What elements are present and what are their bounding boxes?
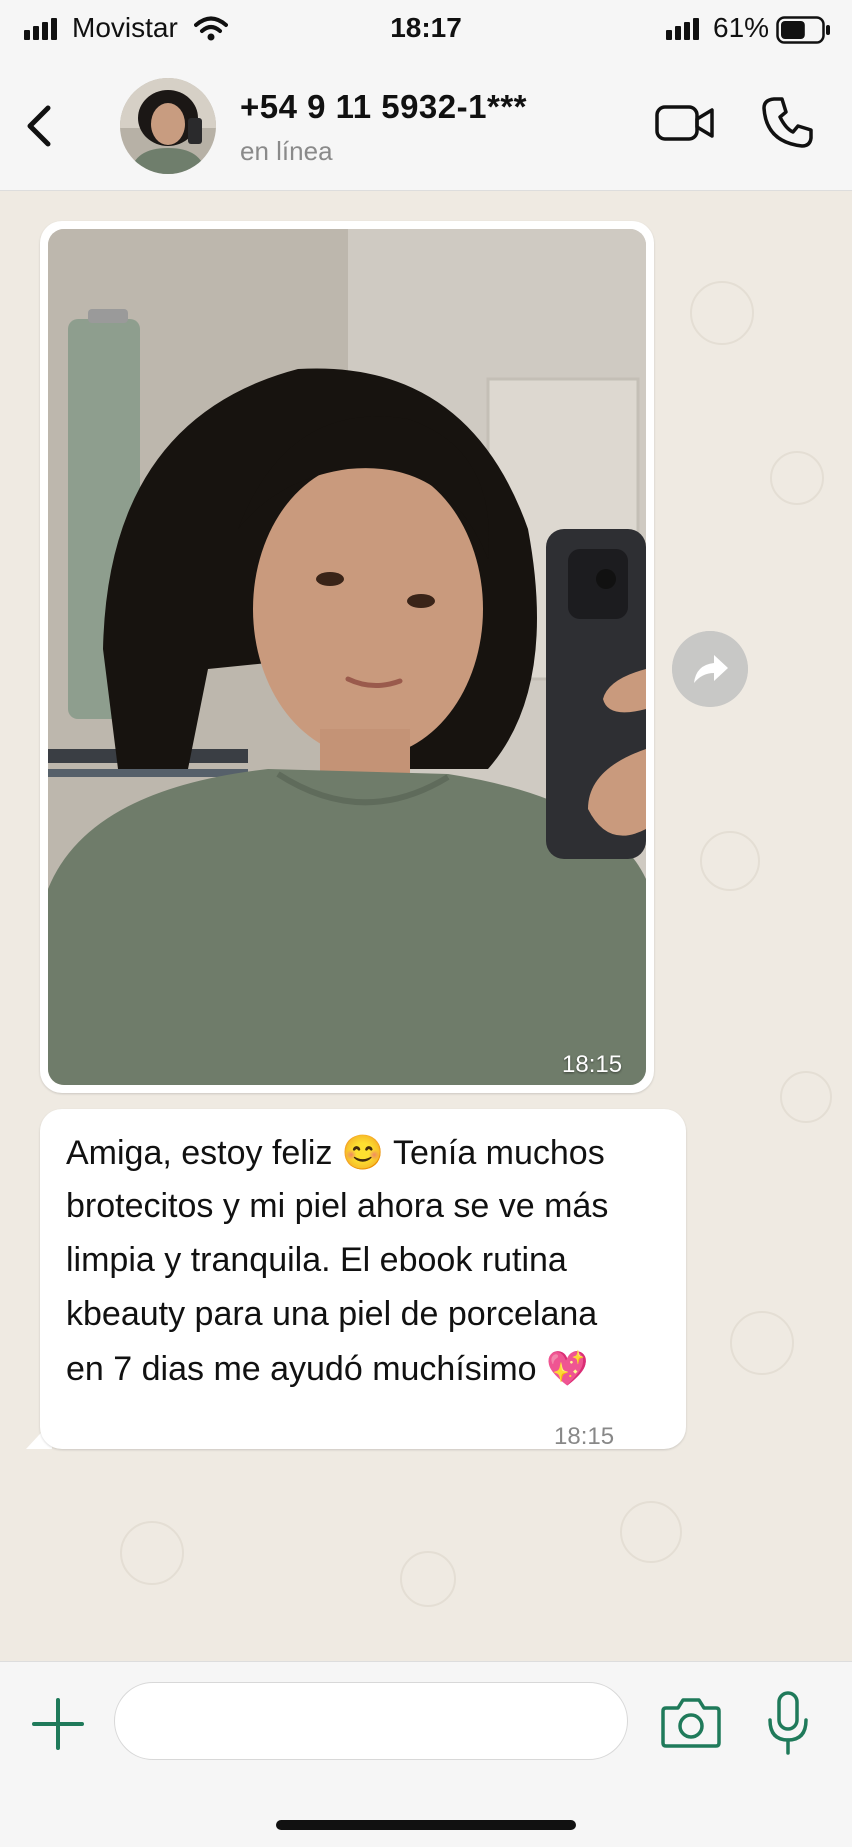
selfie-photo[interactable] xyxy=(48,229,646,1085)
video-call-icon[interactable] xyxy=(654,100,716,146)
message-line: Amiga, estoy feliz 😊 Tenía muchos xyxy=(66,1134,605,1172)
wallpaper-doodle xyxy=(690,281,754,345)
wallpaper-doodle xyxy=(700,831,760,891)
battery-icon xyxy=(776,16,830,44)
message-line: brotecitos y mi piel ahora se ve más xyxy=(66,1187,609,1225)
text-message-bubble[interactable]: Amiga, estoy feliz 😊 Tenía muchos brotec… xyxy=(40,1109,686,1449)
wallpaper-doodle xyxy=(400,1551,456,1607)
chat-area[interactable]: 18:15 Amiga, estoy feliz 😊 Tenía muchos … xyxy=(0,191,852,1661)
composer-bar xyxy=(0,1661,852,1847)
battery-percent: 61% xyxy=(713,12,770,43)
image-message-time: 18:15 xyxy=(562,1051,623,1078)
camera-icon[interactable] xyxy=(660,1694,722,1750)
text-message-time: 18:15 xyxy=(554,1423,615,1450)
plus-icon[interactable] xyxy=(30,1696,86,1752)
wallpaper-doodle xyxy=(780,1071,832,1123)
contact-status: en línea xyxy=(240,136,333,166)
back-chevron-icon[interactable] xyxy=(18,98,62,154)
message-line: en 7 dias me ayudó muchísimo 💖 xyxy=(66,1350,589,1388)
avatar[interactable] xyxy=(120,78,216,174)
home-indicator[interactable] xyxy=(276,1820,576,1830)
wallpaper-doodle xyxy=(120,1521,184,1585)
contact-name[interactable]: +54 9 11 5932-1*** xyxy=(240,88,527,126)
wallpaper-doodle xyxy=(730,1311,794,1375)
message-input[interactable] xyxy=(114,1682,628,1760)
chat-header: +54 9 11 5932-1*** en línea xyxy=(0,60,852,191)
message-line: kbeauty para una piel de porcelana xyxy=(66,1295,598,1333)
phone-call-icon[interactable] xyxy=(760,94,816,150)
microphone-icon[interactable] xyxy=(764,1690,812,1756)
wallpaper-doodle xyxy=(770,451,824,505)
cellular-signal-icon xyxy=(666,18,699,40)
message-line: limpia y tranquila. El ebook rutina xyxy=(66,1241,567,1279)
wallpaper-doodle xyxy=(620,1501,682,1563)
status-bar: Movistar 18:17 61% xyxy=(0,0,852,60)
forward-icon[interactable] xyxy=(672,631,748,707)
